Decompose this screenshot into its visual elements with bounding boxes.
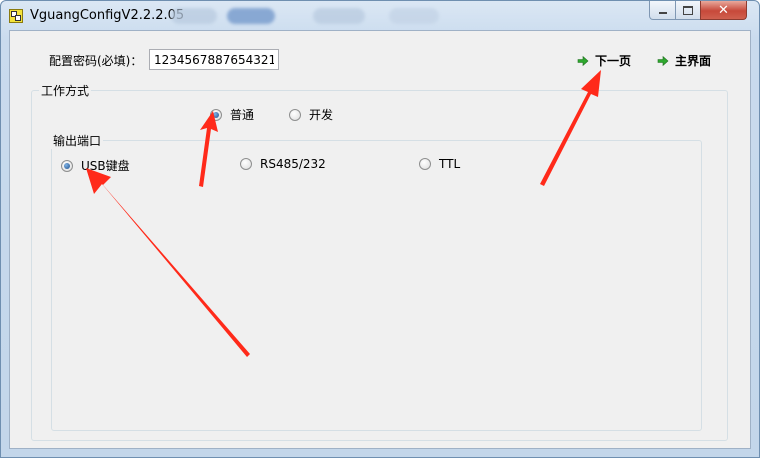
title-bar[interactable]: VguangConfigV2.2.2.05 ✕ xyxy=(1,1,759,31)
qr-app-icon xyxy=(9,9,23,23)
radio-usb-label: USB键盘 xyxy=(81,159,130,173)
green-arrow-right-icon xyxy=(657,55,669,66)
output-port-group: 输出端口 USB键盘 RS485/232 TTL xyxy=(51,132,702,431)
work-mode-group: 工作方式 普通 开发 输出端口 USB键盘 RS485/232 TTL xyxy=(31,82,728,441)
radio-unselected-icon xyxy=(240,158,252,170)
radio-ttl-label: TTL xyxy=(439,157,461,171)
maximize-icon xyxy=(683,5,693,15)
blurred-tab xyxy=(227,8,275,24)
radio-develop-mode[interactable]: 开发 xyxy=(289,106,333,123)
radio-ttl[interactable]: TTL xyxy=(419,157,460,171)
client-area: 配置密码(必填)： 下一页 主界面 工作方式 普通 开发 xyxy=(9,30,751,449)
work-mode-title: 工作方式 xyxy=(39,82,92,99)
radio-rs485[interactable]: RS485/232 xyxy=(240,157,326,171)
radio-develop-label: 开发 xyxy=(309,108,334,122)
radio-selected-icon xyxy=(210,108,222,121)
green-arrow-right-icon xyxy=(577,55,589,66)
close-icon: ✕ xyxy=(718,2,729,18)
next-page-button[interactable]: 下一页 xyxy=(577,52,631,69)
radio-normal-mode[interactable]: 普通 xyxy=(210,106,254,123)
radio-unselected-icon xyxy=(289,108,301,121)
window-title: VguangConfigV2.2.2.05 xyxy=(30,8,185,23)
radio-usb-keyboard[interactable]: USB键盘 xyxy=(61,157,130,174)
blurred-tab xyxy=(313,8,365,24)
main-screen-label: 主界面 xyxy=(675,54,712,68)
minimize-button[interactable] xyxy=(649,1,676,20)
radio-unselected-icon xyxy=(419,158,431,170)
radio-normal-label: 普通 xyxy=(230,108,255,122)
next-page-label: 下一页 xyxy=(595,54,632,68)
close-button[interactable]: ✕ xyxy=(700,1,747,20)
radio-rs485-label: RS485/232 xyxy=(260,157,326,171)
blurred-tab xyxy=(389,8,439,24)
minimize-icon xyxy=(658,12,667,14)
blurred-tab xyxy=(171,8,217,24)
output-port-title: 输出端口 xyxy=(51,132,104,149)
radio-selected-icon xyxy=(61,159,73,172)
app-window: VguangConfigV2.2.2.05 ✕ 配置密码(必填)： 123456… xyxy=(0,0,760,458)
maximize-button[interactable] xyxy=(675,1,701,20)
password-input[interactable] xyxy=(149,49,279,70)
password-label: 配置密码(必填)： xyxy=(49,54,143,68)
main-screen-button[interactable]: 主界面 xyxy=(657,52,711,69)
